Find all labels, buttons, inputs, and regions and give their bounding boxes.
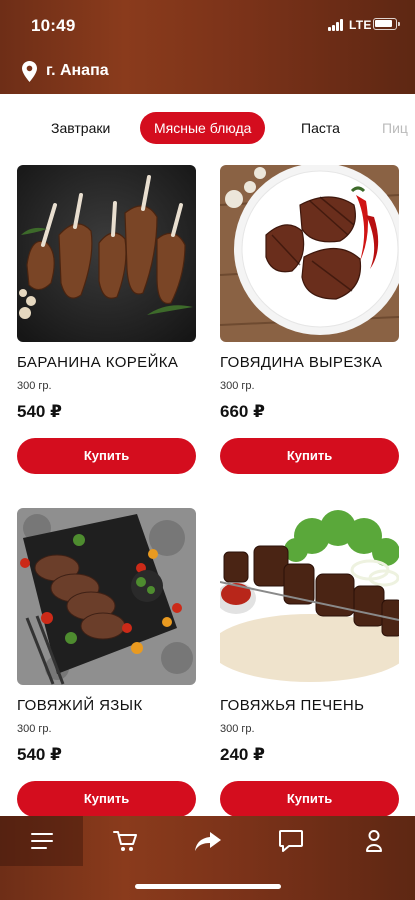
product-photo-beef-tenderloin[interactable] — [220, 165, 399, 342]
nav-cart[interactable] — [83, 816, 166, 866]
status-bar: 10:49 LTE — [0, 0, 415, 50]
status-time: 10:49 — [31, 16, 76, 35]
product-name: ГОВЯДИНА ВЫРЕЗКА — [220, 354, 383, 371]
menu-icon — [30, 833, 53, 849]
network-label: LTE — [349, 18, 372, 32]
product-price: 660 ₽ — [220, 402, 265, 421]
share-icon — [194, 832, 221, 851]
location-selector[interactable]: г. Анапа — [22, 58, 109, 84]
product-photo-beef-liver[interactable] — [220, 508, 399, 685]
product-weight: 300 гр. — [220, 723, 255, 735]
buy-button[interactable]: Купить — [17, 781, 196, 817]
buy-button[interactable]: Купить — [220, 438, 399, 474]
nav-menu[interactable] — [0, 816, 83, 866]
product-photo-beef-tongue[interactable] — [17, 508, 196, 685]
product-price: 240 ₽ — [220, 745, 265, 764]
product-name: БАРАНИНА КОРЕЙКА — [17, 354, 179, 371]
cart-icon — [112, 831, 137, 851]
tab-breakfast[interactable]: Завтраки — [51, 112, 110, 144]
product-weight: 300 гр. — [17, 380, 52, 392]
app-header: 10:49 LTE г. Анапа — [0, 0, 415, 94]
battery-icon — [373, 18, 400, 30]
nav-chat[interactable] — [249, 816, 332, 866]
product-weight: 300 гр. — [220, 380, 255, 392]
location-city: г. Анапа — [46, 62, 109, 79]
product-weight: 300 гр. — [17, 723, 52, 735]
category-tabs: Завтраки Мясные блюда Паста Пиц — [0, 110, 415, 146]
nav-profile[interactable] — [332, 816, 415, 866]
profile-icon — [365, 830, 382, 852]
tab-pasta[interactable]: Паста — [301, 112, 340, 144]
product-price: 540 ₽ — [17, 745, 62, 764]
buy-button[interactable]: Купить — [220, 781, 399, 817]
location-pin-icon — [22, 60, 37, 82]
tab-pizza[interactable]: Пиц — [382, 112, 408, 144]
product-photo-lamb[interactable] — [17, 165, 196, 342]
product-name: ГОВЯЖЬЯ ПЕЧЕНЬ — [220, 697, 365, 714]
signal-icon — [328, 19, 346, 31]
nav-share[interactable] — [166, 816, 249, 866]
tab-meat-dishes[interactable]: Мясные блюда — [140, 112, 266, 144]
home-indicator[interactable] — [135, 884, 281, 889]
chat-icon — [278, 830, 303, 852]
product-name: ГОВЯЖИЙ ЯЗЫК — [17, 697, 143, 714]
product-price: 540 ₽ — [17, 402, 62, 421]
buy-button[interactable]: Купить — [17, 438, 196, 474]
